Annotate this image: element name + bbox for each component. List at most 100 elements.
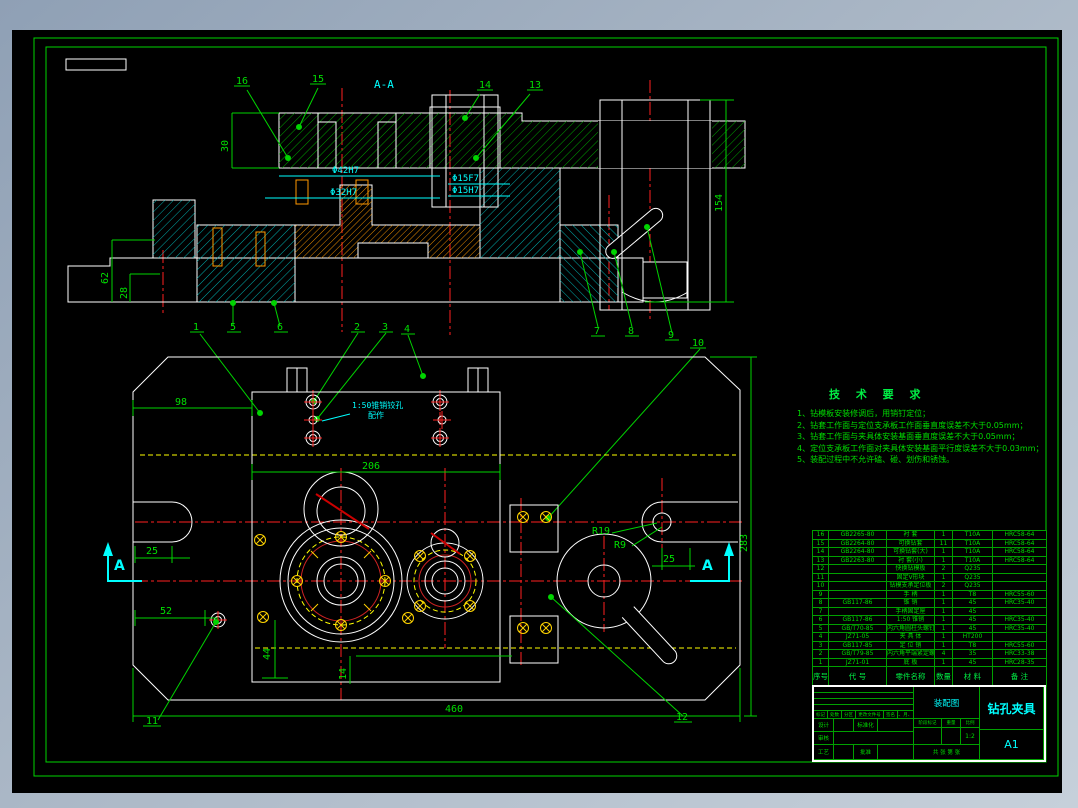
parts-list-cell	[993, 607, 1047, 616]
technical-requirement-item: 3、钻套工作面与夹具体安装基面垂直度误差不大于0.05mm；	[797, 432, 1020, 441]
parts-list-cell: 锥 销	[887, 599, 935, 608]
technical-requirements: 技 术 要 求 1、钻模板安装修调后，用销钉定位； 2、钻套工作面与定位支承板工作…	[797, 386, 1049, 466]
parts-list-cell: 1	[935, 641, 953, 650]
callout-15: 15	[312, 74, 324, 85]
parts-list-cell: 1	[935, 531, 953, 540]
parts-list-cell: 1:50 锥销	[887, 616, 935, 625]
svg-text:98: 98	[175, 397, 187, 408]
dim-30: 30	[220, 112, 279, 169]
parts-list-cell: HRC35-40	[993, 599, 1047, 608]
parts-list-cell: HRC58-64	[993, 548, 1047, 557]
parts-list-cell: 快换钻模板	[887, 565, 935, 574]
dim-dia-center-top: Φ15F7	[452, 174, 479, 184]
dim-98: 98	[132, 397, 253, 416]
parts-list-cell: GB2265-80	[829, 531, 887, 540]
svg-text:配作: 配作	[368, 410, 384, 420]
parts-list-cell: 4	[935, 650, 953, 659]
technical-requirement-item: 2、钻套工作面与定位支承板工作面垂直度误差不大于0.05mm；	[797, 420, 1028, 430]
parts-list-row: 7 手柄固定座 1 45	[813, 607, 1047, 616]
parts-list-row: 11 固定V形块 1 Q235	[813, 573, 1047, 582]
dim-44: 44	[262, 620, 288, 679]
parts-list-cell: GB/T79-85	[829, 650, 887, 659]
parts-list-cell: T8	[953, 641, 993, 650]
callout-7: 7	[594, 326, 600, 337]
dim-dia-left-bottom: Φ32H7	[330, 188, 357, 198]
parts-list-cell: 1	[935, 616, 953, 625]
parts-list-cell	[829, 573, 887, 582]
parts-list-cell: 1	[935, 590, 953, 599]
callout-13: 13	[529, 80, 541, 91]
parts-list-header-cell: 序号	[813, 667, 829, 686]
svg-text:52: 52	[160, 606, 172, 617]
parts-list-row: 8 GB117-86 锥 销 1 45 HRC35-40	[813, 599, 1047, 608]
parts-list-cell: GB2263-80	[829, 556, 887, 565]
svg-text:28: 28	[119, 287, 130, 299]
parts-list-cell: 固定V形块	[887, 573, 935, 582]
technical-requirement-item: 5、装配过程中不允许磕、碰、划伤和锈蚀。	[797, 455, 955, 464]
parts-list: 16 GB2265-80 衬 套 1 T10A HRC58-64 15 GB2264-80 可换…	[812, 530, 1047, 687]
parts-list-row: 4 JZ71-05 夹 具 体 1 HT200	[813, 633, 1047, 642]
parts-list-cell: HRC55-60	[993, 590, 1047, 599]
parts-list-row: 13 GB2263-80 衬 套(小) 1 T10A HRC58-64	[813, 556, 1047, 565]
parts-list-cell: 45	[953, 624, 993, 633]
parts-list-cell: T10A	[953, 531, 993, 540]
parts-list-cell: 1	[935, 607, 953, 616]
plan-view: A A 1:50锥销铰孔 配作 98 206 25 25 52 44 14 46…	[103, 356, 757, 727]
svg-text:30: 30	[220, 140, 231, 152]
parts-list-cell: T8	[953, 590, 993, 599]
parts-list-cell: 16	[813, 531, 829, 540]
parts-list-row: 6 GB117-86 1:50 锥销 1 45 HRC35-40	[813, 616, 1047, 625]
drill-template-plate	[251, 391, 501, 683]
parts-list-cell: 7	[813, 607, 829, 616]
parts-list-row: 3 GB117-85 定 位 销 1 T8 HRC55-60	[813, 641, 1047, 650]
parts-list-cell: 12	[813, 565, 829, 574]
svg-text:206: 206	[362, 461, 380, 472]
svg-text:460: 460	[445, 704, 463, 715]
callout-leaders-plan	[143, 594, 692, 727]
parts-list-cell: 4	[813, 633, 829, 642]
label-process: 工艺	[814, 745, 834, 760]
eccentric-disc	[556, 533, 678, 665]
parts-list-cell: 夹 具 体	[887, 633, 935, 642]
section-arrow-left: A	[103, 542, 142, 582]
parts-list-cell: HRC33-38	[993, 650, 1047, 659]
callout-1: 1	[193, 322, 199, 333]
parts-list-cell: T10A	[953, 539, 993, 548]
dim-25-right: 25	[652, 548, 695, 570]
label-zone: 分区	[842, 711, 856, 719]
dim-52: 52	[134, 606, 218, 626]
parts-list-cell: 1	[813, 658, 829, 667]
clamp-bottom	[509, 615, 559, 664]
parts-list-cell: 底 板	[887, 658, 935, 667]
svg-text:44: 44	[262, 648, 273, 660]
parts-list-cell	[993, 573, 1047, 582]
label-scale: 比例	[961, 719, 980, 728]
parts-list-cell: 2	[813, 650, 829, 659]
technical-requirement-item: 1、钻模板安装修调后，用销钉定位；	[797, 409, 931, 418]
svg-text:154: 154	[714, 194, 725, 212]
parts-list-header-cell: 零件名称	[887, 667, 935, 686]
parts-list-cell	[993, 633, 1047, 642]
sheet-tab	[65, 58, 127, 71]
label-standardize: 标准化	[854, 719, 878, 732]
clamp-top	[509, 504, 559, 553]
svg-text:25: 25	[663, 554, 675, 565]
parts-list-header-cell: 材 料	[953, 667, 993, 686]
parts-list-cell: 9	[813, 590, 829, 599]
parts-list-row: 14 GB2264-80 可换钻套(大) 1 T10A HRC58-64	[813, 548, 1047, 557]
parts-list-cell: GB117-86	[829, 616, 887, 625]
parts-list-cell: 45	[953, 599, 993, 608]
callout-11: 11	[146, 716, 158, 727]
parts-list-row: 9 手 柄 1 T8 HRC55-60	[813, 590, 1047, 599]
parts-list-cell: Q235	[953, 565, 993, 574]
callout-4: 4	[404, 324, 410, 335]
section-label: A-A	[374, 78, 394, 91]
drawing-title: 钻孔夹具	[980, 687, 1044, 730]
svg-text:A: A	[702, 558, 713, 574]
parts-list-cell: 10	[813, 582, 829, 591]
parts-list-cell: 1	[935, 573, 953, 582]
parts-list-cell: 1	[935, 658, 953, 667]
parts-list-cell: HRC55-60	[993, 641, 1047, 650]
dim-dia-center-bottom: Φ15H7	[452, 186, 479, 196]
parts-list-cell: HT200	[953, 633, 993, 642]
